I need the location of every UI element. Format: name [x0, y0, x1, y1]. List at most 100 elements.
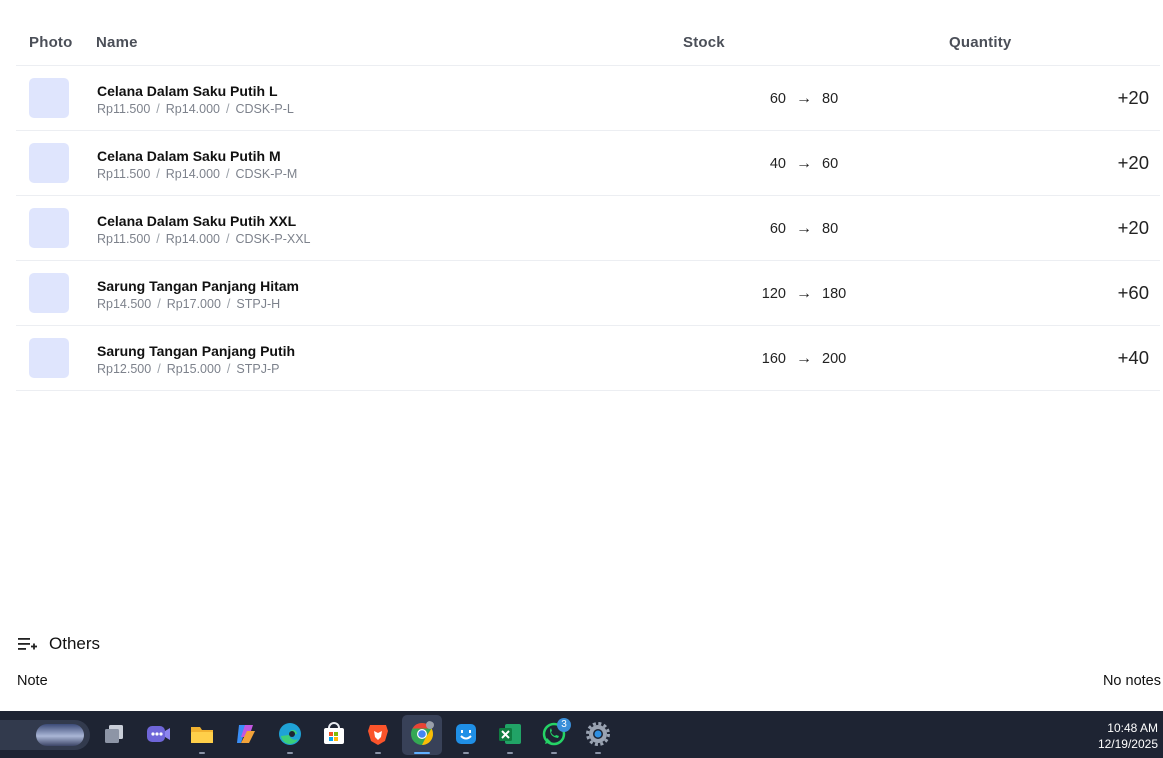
stock-from: 40: [769, 156, 786, 172]
product-photo-placeholder: [29, 208, 69, 248]
quantity-change: +20: [1117, 87, 1149, 108]
meta-separator: /: [226, 297, 231, 311]
stock-from: 60: [769, 91, 786, 107]
widgets-button[interactable]: [0, 720, 90, 750]
sku: CDSK-P-XXL: [235, 232, 311, 246]
running-indicator: [551, 752, 557, 754]
sell-price: Rp14.000: [165, 167, 220, 181]
buy-price: Rp11.500: [97, 167, 151, 181]
stock-change: 40 → 60: [704, 155, 904, 173]
meta-separator: /: [156, 102, 160, 116]
meta-separator: /: [156, 167, 160, 181]
sell-price: Rp14.000: [165, 102, 220, 116]
note-label: Note: [17, 673, 48, 689]
quantity-change: +20: [1117, 152, 1149, 173]
sku: STPJ-P: [236, 362, 280, 376]
running-indicator: [375, 752, 381, 754]
chrome-icon[interactable]: [409, 721, 435, 747]
product-name: Celana Dalam Saku Putih L: [97, 83, 278, 99]
running-indicator: [199, 752, 205, 754]
product-meta: Rp12.500 / Rp15.000 / STPJ-P: [97, 362, 279, 376]
buy-price: Rp11.500: [97, 232, 151, 246]
settings-icon[interactable]: [585, 721, 611, 747]
running-indicator: [463, 752, 469, 754]
running-indicator: [507, 752, 513, 754]
stock-from: 160: [761, 351, 786, 367]
stock-change: 120 → 180: [704, 285, 904, 303]
table-row[interactable]: Celana Dalam Saku Putih XXL Rp11.500/Rp1…: [16, 196, 1160, 261]
quantity-change: +60: [1117, 282, 1149, 303]
meta-separator: /: [156, 232, 160, 246]
stock-to: 80: [822, 221, 839, 237]
stock-from: 120: [761, 286, 786, 302]
arrow-right-icon: →: [796, 220, 812, 237]
meet-icon[interactable]: [145, 721, 171, 747]
product-name: Celana Dalam Saku Putih M: [97, 148, 281, 164]
meta-separator: /: [226, 167, 230, 181]
system-clock[interactable]: 10:48 AM 12/19/2025: [1098, 720, 1158, 752]
arrow-right-icon: →: [796, 285, 812, 302]
finder-face-icon[interactable]: [453, 721, 479, 747]
store-icon[interactable]: [321, 721, 347, 747]
running-indicator: [595, 752, 601, 754]
meta-separator: /: [226, 362, 231, 376]
copilot-icon[interactable]: [233, 721, 259, 747]
file-explorer-icon[interactable]: [189, 721, 215, 747]
product-name: Celana Dalam Saku Putih XXL: [97, 213, 297, 229]
header-name: Name: [96, 34, 138, 51]
excel-icon[interactable]: [497, 721, 523, 747]
task-view-icon[interactable]: [102, 721, 128, 747]
edge-icon[interactable]: [277, 721, 303, 747]
product-name: Sarung Tangan Panjang Putih: [97, 343, 296, 359]
header-quantity: Quantity: [949, 34, 1012, 51]
stock-to: 180: [822, 286, 847, 302]
product-meta: Rp14.500 / Rp17.000 / STPJ-H: [97, 297, 280, 311]
table-row[interactable]: Celana Dalam Saku Putih L Rp11.500 / Rp14.…: [16, 66, 1160, 131]
sell-price: Rp17.000: [166, 297, 221, 311]
buy-price: Rp12.500: [97, 362, 152, 376]
product-photo-placeholder: [29, 273, 69, 313]
quantity-change: +20: [1117, 217, 1149, 238]
brave-icon[interactable]: [365, 721, 391, 747]
list-add-icon: [18, 638, 37, 650]
table-row[interactable]: Sarung Tangan Panjang Putih Rp12.500 / Rp1…: [16, 326, 1160, 391]
product-meta: Rp11.500 / Rp14.000 / CDSK-P-XXL: [97, 232, 311, 246]
meta-separator: /: [226, 232, 230, 246]
stock-change: 60 → 80: [704, 220, 904, 238]
stock-adjustment-table: Photo Name Stock Quantity Celana Dalam S…: [16, 0, 1160, 391]
stock-from: 60: [769, 221, 786, 237]
active-indicator: [414, 752, 430, 754]
meta-separator: /: [157, 297, 161, 311]
product-photo-placeholder: [29, 78, 69, 118]
product-photo-placeholder: [29, 143, 69, 183]
sku: CDSK-P-M: [235, 167, 298, 181]
quantity-change: +40: [1117, 347, 1149, 368]
stock-to: 80: [822, 91, 839, 107]
stock-change: 60 → 80: [704, 90, 904, 108]
buy-price: Rp11.500: [97, 102, 151, 116]
sku: STPJ-H: [236, 297, 281, 311]
table-row[interactable]: Sarung Tangan Panjang Hitam Rp14.500/Rp1…: [16, 261, 1160, 326]
clock-date: 12/19/2025: [1097, 737, 1158, 751]
sell-price: Rp14.000: [165, 232, 220, 246]
stock-to: 60: [822, 156, 839, 172]
meta-separator: /: [226, 102, 230, 116]
whatsapp-badge: 3: [557, 718, 571, 732]
sell-price: Rp15.000: [166, 362, 221, 376]
stock-change: 160 → 200: [704, 350, 904, 368]
sku: CDSK-P-L: [235, 102, 294, 116]
others-label: Others: [49, 634, 101, 653]
header-photo: Photo: [29, 34, 73, 51]
table-row[interactable]: Celana Dalam Saku Putih M Rp11.500 / Rp14.…: [16, 131, 1160, 196]
note-value: No notes: [1102, 673, 1161, 689]
product-meta: Rp11.500 / Rp14.000 / CDSK-P-L: [97, 102, 294, 116]
product-meta: Rp11.500 / Rp14.000 / CDSK-P-M: [97, 167, 297, 181]
product-name: Sarung Tangan Panjang Hitam: [97, 278, 299, 294]
arrow-right-icon: →: [796, 155, 812, 172]
weather-thumbnail-icon: [36, 724, 84, 746]
arrow-right-icon: →: [796, 90, 812, 107]
running-indicator: [287, 752, 293, 754]
buy-price: Rp14.500: [97, 297, 152, 311]
taskbar: 3 10:48 AM 12/19/2025: [0, 711, 1163, 758]
table-header: Photo Name Stock Quantity: [16, 0, 1160, 66]
